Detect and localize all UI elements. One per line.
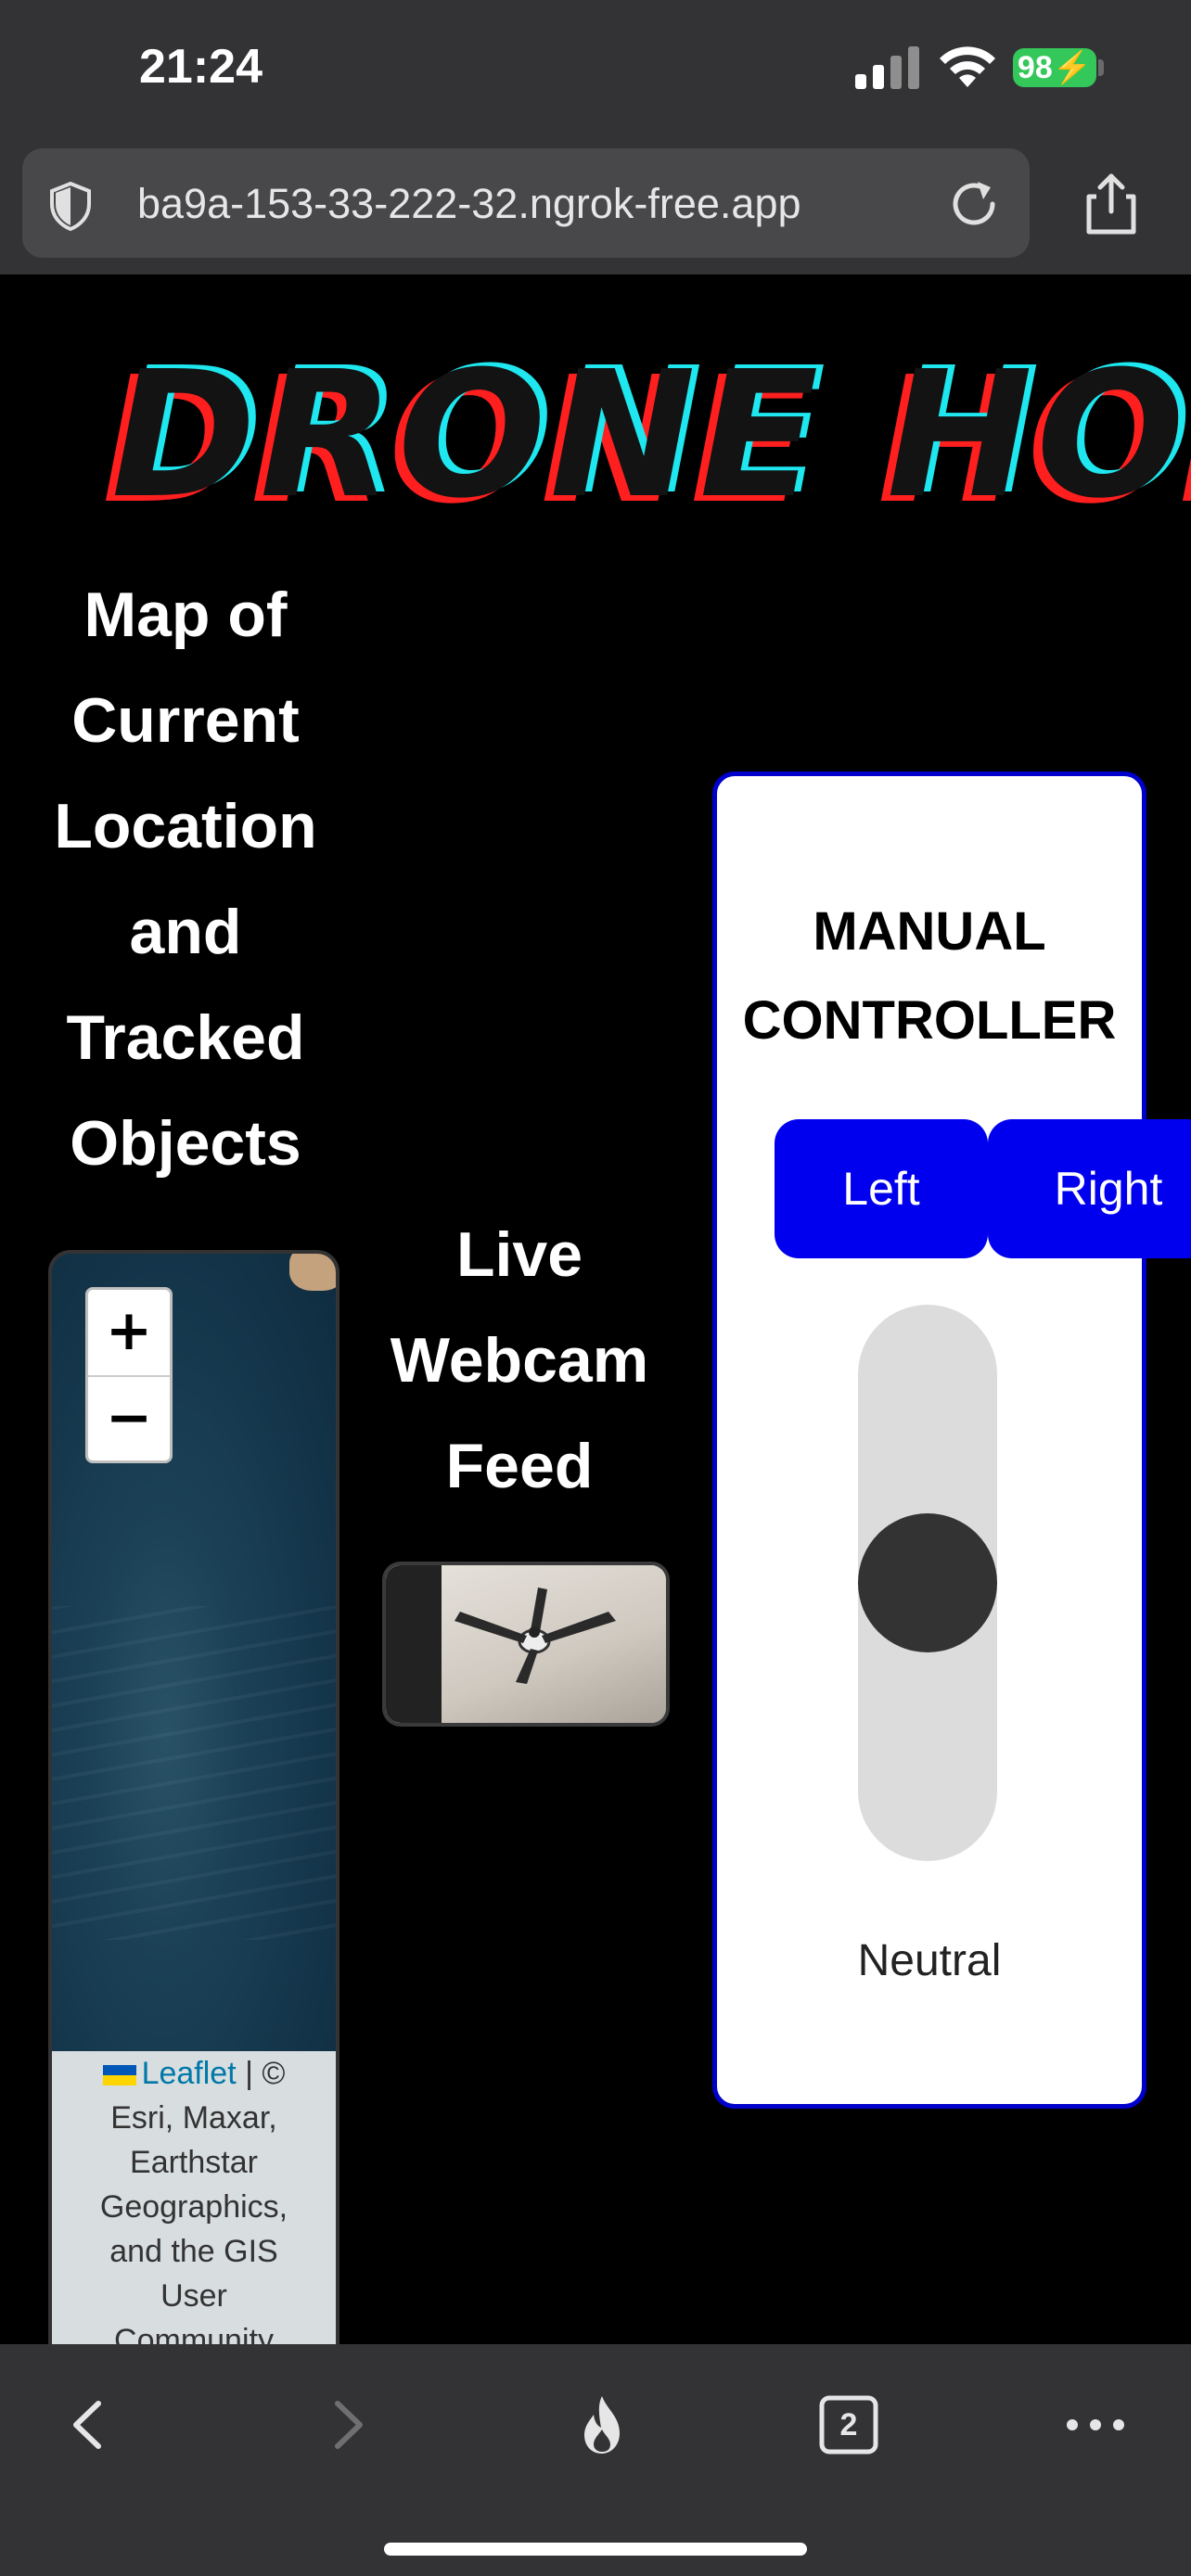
controller-title-line: CONTROLLER (742, 990, 1117, 1051)
map-heading: Map of Current Location and Tracked Obje… (19, 562, 352, 1196)
left-button[interactable]: Left (775, 1119, 988, 1258)
title-text: DRONE HOME (111, 334, 1191, 537)
zoom-control: + − (85, 1287, 173, 1463)
more-icon[interactable] (1063, 2392, 1128, 2457)
shield-icon[interactable] (45, 180, 96, 232)
webcam-heading-line: Live (455, 1219, 583, 1290)
battery-level: 98 (1017, 50, 1053, 85)
ukraine-flag-icon (102, 2065, 136, 2086)
attribution-line: Earthstar (130, 2145, 258, 2180)
map-heading-line: Tracked (66, 1002, 305, 1073)
controller-title-line: MANUAL (813, 901, 1046, 962)
attribution-first-line: Leaflet | © (61, 2051, 327, 2096)
fire-icon[interactable] (570, 2392, 634, 2457)
wifi-icon (940, 46, 995, 87)
url-text[interactable]: ba9a-153-33-222-32.ngrok-free.app (137, 180, 801, 228)
forward-icon[interactable] (315, 2392, 380, 2457)
back-icon[interactable] (56, 2392, 121, 2457)
map-heading-line: Current (71, 685, 300, 756)
status-bar: 21:24 98⚡ (0, 0, 1191, 139)
map-heading-line: Objects (70, 1108, 301, 1179)
browser-toolbar: 2 (0, 2344, 1191, 2576)
tab-count[interactable]: 2 (816, 2392, 881, 2457)
signal-icon (855, 46, 919, 89)
ceiling-fan-image (455, 1588, 616, 1684)
map-wave-texture (52, 1606, 336, 1940)
attribution-line: and the GIS (109, 2234, 278, 2269)
map-heading-line: and (129, 897, 242, 967)
map-heading-line: Location (54, 791, 317, 861)
attribution-line: User (160, 2278, 227, 2314)
web-page: DRONE HOME DRONE HOME DRONE HOME Map of … (0, 274, 1191, 2344)
throttle-state-label: Neutral (857, 1936, 1002, 1985)
reload-icon[interactable] (944, 174, 1004, 234)
webcam-heading: Live Webcam Feed (352, 1202, 686, 1519)
zoom-in-button[interactable]: + (88, 1290, 170, 1377)
controller-title: MANUAL CONTROLLER (717, 887, 1142, 1065)
map-land-patch (289, 1254, 336, 1291)
attribution-line: Geographics, (99, 2189, 288, 2225)
throttle-slider-thumb[interactable] (858, 1513, 997, 1652)
map-attribution: Leaflet | © Esri, Maxar, Earthstar Geogr… (52, 2051, 336, 2344)
home-indicator (384, 2543, 807, 2556)
attribution-line: Community (114, 2323, 274, 2344)
right-button[interactable]: Right (988, 1119, 1191, 1258)
zoom-out-button[interactable]: − (88, 1377, 170, 1462)
charging-bolt-icon: ⚡ (1052, 50, 1093, 85)
status-time: 21:24 (139, 40, 263, 94)
battery-tip (1098, 59, 1104, 76)
leaflet-link[interactable]: Leaflet (142, 2056, 237, 2091)
webcam-feed (382, 1562, 670, 1727)
address-bar[interactable]: ba9a-153-33-222-32.ngrok-free.app (22, 148, 1030, 258)
map-container[interactable]: + − Leaflet | © Esri, Maxar, Earthstar G… (48, 1250, 339, 2344)
manual-controller: MANUAL CONTROLLER Left Right Neutral (712, 772, 1191, 2109)
attribution-line: Esri, Maxar, (110, 2100, 277, 2136)
browser-top-bar: ba9a-153-33-222-32.ngrok-free.app (0, 139, 1191, 274)
webcam-heading-line: Webcam (390, 1325, 649, 1396)
battery-icon: 98⚡ (1013, 48, 1096, 87)
share-icon[interactable] (1082, 171, 1141, 236)
webcam-wall (386, 1565, 442, 1723)
map-heading-line: Map of (83, 580, 288, 650)
page-title: DRONE HOME DRONE HOME DRONE HOME (102, 345, 1191, 529)
webcam-heading-line: Feed (445, 1431, 594, 1501)
attribution-separator: | © (236, 2056, 286, 2091)
